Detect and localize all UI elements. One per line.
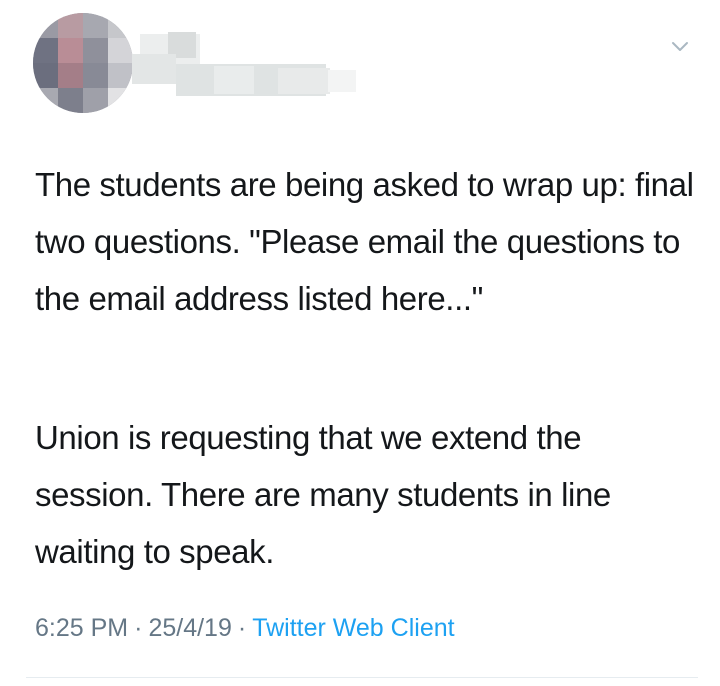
tweet-source-link[interactable]: Twitter Web Client [252, 614, 454, 642]
divider [26, 677, 698, 678]
chevron-down-icon[interactable] [670, 40, 690, 54]
tweet-time[interactable]: 6:25 PM [35, 614, 128, 642]
tweet-metadata: 6:25 PM · 25/4/19 · Twitter Web Client [35, 614, 455, 643]
tweet: The students are being asked to wrap up:… [0, 0, 720, 686]
separator: · [237, 614, 247, 642]
tweet-date[interactable]: 25/4/19 [148, 614, 231, 642]
tweet-text: The students are being asked to wrap up:… [35, 166, 694, 317]
avatar[interactable] [33, 13, 133, 113]
tweet-text: Union is requesting that we extend the s… [35, 419, 611, 570]
separator: · [134, 614, 143, 642]
redacted-username[interactable] [128, 30, 360, 102]
